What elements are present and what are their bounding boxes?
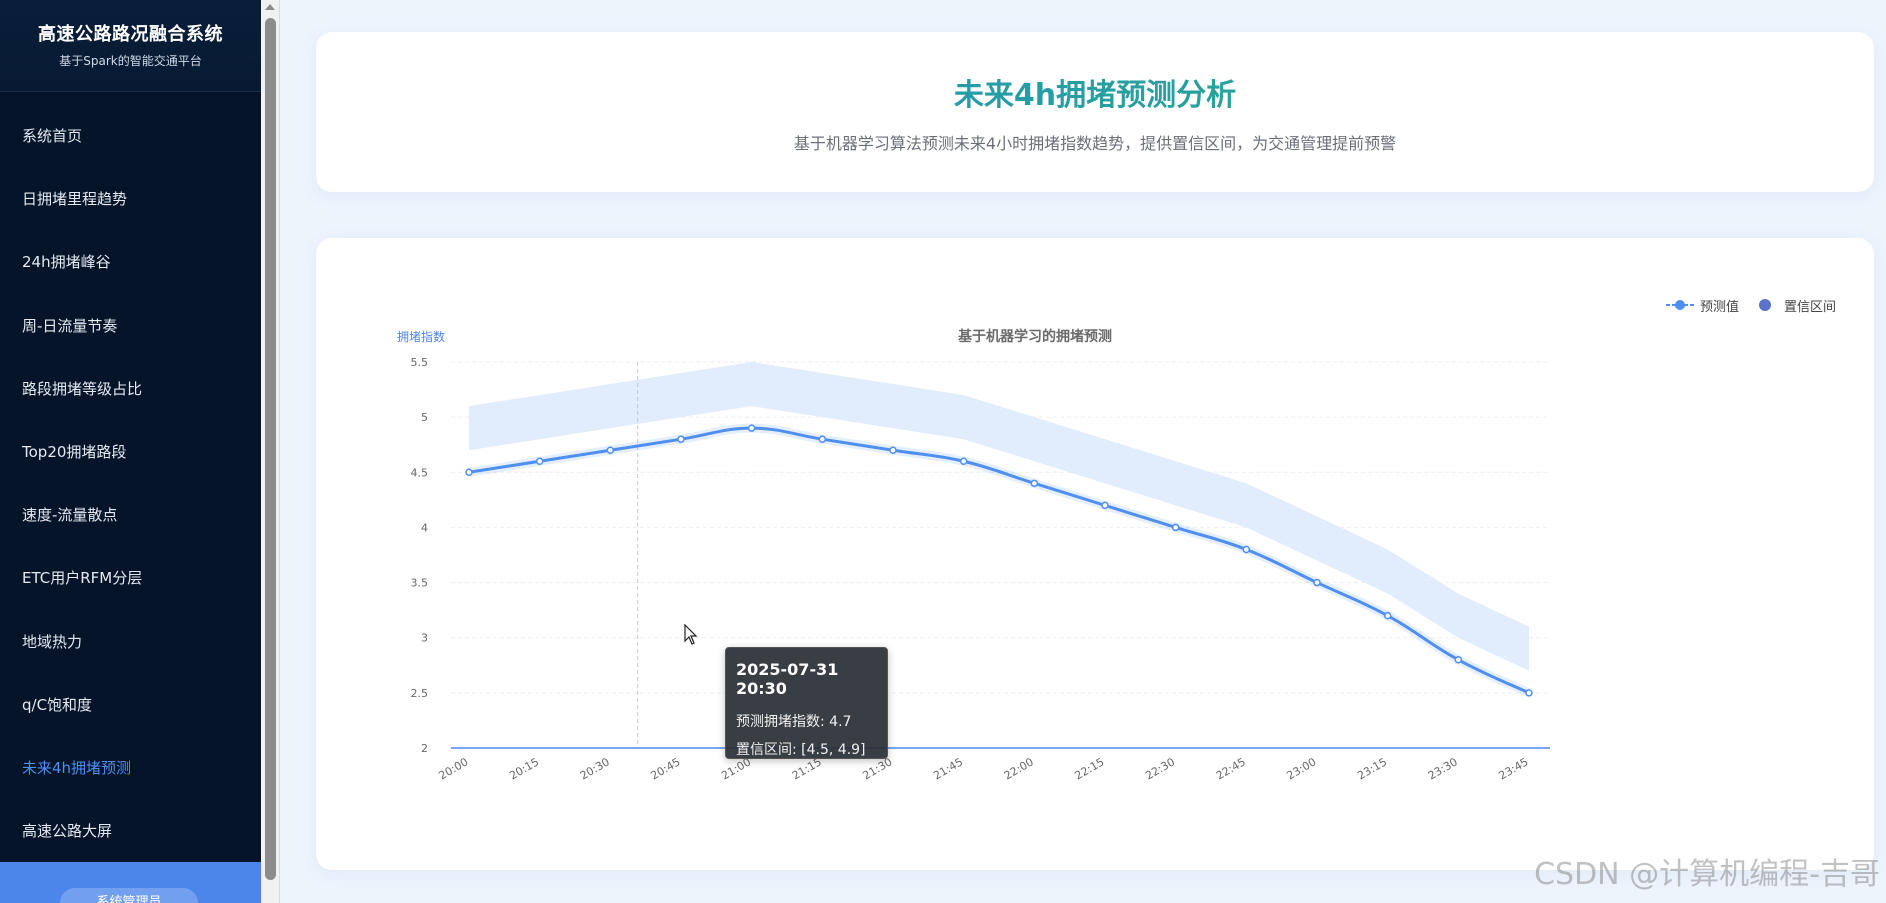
y-tick-label: 4 xyxy=(421,521,428,534)
forecast-point[interactable] xyxy=(818,435,827,443)
legend-line-marker-icon xyxy=(1666,300,1694,310)
forecast-point[interactable] xyxy=(889,446,897,454)
forecast-point[interactable] xyxy=(1454,656,1463,664)
x-tick-label: 20:15 xyxy=(507,755,541,782)
brand: 高速公路路况融合系统 基于Spark的智能交通平台 xyxy=(0,0,261,92)
x-tick-label: 22:00 xyxy=(1002,755,1036,782)
sidebar-item-qc-saturation[interactable]: q/C饱和度 xyxy=(0,674,261,737)
forecast-point[interactable] xyxy=(1383,611,1392,620)
sidebar-menu: 系统首页 日拥堵里程趋势 24h拥堵峰谷 周-日流量节奏 路段拥堵等级占比 To… xyxy=(0,105,261,863)
x-tick-label: 21:45 xyxy=(931,755,965,782)
forecast-point[interactable] xyxy=(1171,523,1180,532)
y-tick-label: 2.5 xyxy=(411,687,429,700)
confidence-band xyxy=(469,362,1529,671)
sidebar: 高速公路路况融合系统 基于Spark的智能交通平台 系统首页 日拥堵里程趋势 2… xyxy=(0,0,261,903)
y-axis-label: 拥堵指数 xyxy=(397,329,445,344)
scroll-up-arrow-icon[interactable] xyxy=(265,4,275,10)
chart-title: 基于机器学习的拥堵预测 xyxy=(958,328,1112,345)
x-tick-label: 23:15 xyxy=(1355,755,1389,782)
x-tick-label: 22:45 xyxy=(1214,755,1248,782)
sidebar-item-regional-heat[interactable]: 地域热力 xyxy=(0,611,261,674)
y-tick-label: 5 xyxy=(421,411,428,424)
sidebar-item-etc-rfm[interactable]: ETC用户RFM分层 xyxy=(0,547,261,610)
mouse-cursor-icon xyxy=(684,624,698,645)
chart-card: 2 2.5 3 3.5 4 4.5 5 5.5 20:00 20:15 20:30 20:45 21:0… xyxy=(316,238,1874,870)
x-tick-label: 22:30 xyxy=(1143,755,1177,782)
sidebar-scrollbar[interactable] xyxy=(261,0,280,903)
x-tick-label: 23:00 xyxy=(1285,755,1319,782)
sidebar-item-speed-flow-scatter[interactable]: 速度-流量散点 xyxy=(0,484,261,547)
sidebar-item-home[interactable]: 系统首页 xyxy=(0,105,261,168)
sidebar-item-week-day-flow[interactable]: 周-日流量节奏 xyxy=(0,295,261,358)
x-tick-label: 20:00 xyxy=(437,755,471,782)
y-tick-label: 5.5 xyxy=(411,356,429,369)
y-tick-label: 2 xyxy=(421,742,428,755)
legend-dot-marker-icon xyxy=(1759,299,1771,311)
y-tick-label: 3.5 xyxy=(411,577,429,590)
forecast-point[interactable] xyxy=(1101,501,1109,510)
forecast-point[interactable] xyxy=(1030,479,1039,488)
x-tick-label: 22:15 xyxy=(1073,755,1107,782)
x-tick-label: 23:45 xyxy=(1497,755,1531,782)
y-tick-label: 3 xyxy=(421,632,428,645)
sidebar-item-24h-peak-valley[interactable]: 24h拥堵峰谷 xyxy=(0,231,261,294)
sidebar-item-daily-congestion-mileage[interactable]: 日拥堵里程趋势 xyxy=(0,168,261,231)
sidebar-footer: 系统管理员 xyxy=(0,862,261,903)
scroll-thumb[interactable] xyxy=(265,18,276,880)
sidebar-item-congestion-level-share[interactable]: 路段拥堵等级占比 xyxy=(0,358,261,421)
forecast-chart[interactable]: 22.533.544.555.520:00 20:15 20:30 20:45 21:0… xyxy=(316,238,1874,870)
page-subtitle: 基于机器学习算法预测未来4小时拥堵指数趋势，提供置信区间，为交通管理提前预警 xyxy=(793,134,1397,153)
tooltip-title: 2025-07-31 20:30 xyxy=(736,660,839,698)
chart-tooltip: 2025-07-31 20:30 预测拥堵指数: 4.7 置信区间: [4.5,… xyxy=(725,647,888,759)
legend-label-confidence: 置信区间 xyxy=(1784,300,1837,315)
sidebar-item-4h-forecast[interactable]: 未来4h拥堵预测 xyxy=(0,737,261,800)
app-title: 高速公路路况融合系统 xyxy=(38,24,223,45)
x-tick-label: 23:30 xyxy=(1426,755,1460,782)
forecast-point[interactable] xyxy=(1313,578,1321,587)
forecast-point[interactable] xyxy=(606,446,615,454)
app-subtitle: 基于Spark的智能交通平台 xyxy=(59,54,202,68)
forecast-point[interactable] xyxy=(1525,689,1533,697)
sidebar-item-top20-segments[interactable]: Top20拥堵路段 xyxy=(0,421,261,484)
tooltip-confidence-interval: 置信区间: [4.5, 4.9] xyxy=(736,742,866,758)
forecast-point[interactable] xyxy=(959,457,968,466)
header-card: 未来4h拥堵预测分析 基于机器学习算法预测未来4小时拥堵指数趋势，提供置信区间，… xyxy=(316,32,1874,192)
main-content: 未来4h拥堵预测分析 基于机器学习算法预测未来4小时拥堵指数趋势，提供置信区间，… xyxy=(281,0,1886,903)
forecast-point[interactable] xyxy=(747,424,756,432)
sidebar-item-big-screen[interactable]: 高速公路大屏 xyxy=(0,800,261,863)
forecast-point[interactable] xyxy=(465,468,473,477)
page-title: 未来4h拥堵预测分析 xyxy=(316,70,1874,114)
forecast-point[interactable] xyxy=(535,457,544,466)
admin-button[interactable]: 系统管理员 xyxy=(60,888,198,903)
x-tick-label: 20:45 xyxy=(649,755,683,782)
forecast-point[interactable] xyxy=(1242,545,1251,554)
legend-label-forecast: 预测值 xyxy=(1700,300,1740,315)
tooltip-forecast-value: 预测拥堵指数: 4.7 xyxy=(736,714,852,730)
y-tick-label: 4.5 xyxy=(411,466,429,479)
watermark: CSDN @计算机编程-吉哥 xyxy=(1534,857,1880,892)
x-tick-label: 20:30 xyxy=(578,755,612,782)
forecast-point[interactable] xyxy=(677,435,685,443)
